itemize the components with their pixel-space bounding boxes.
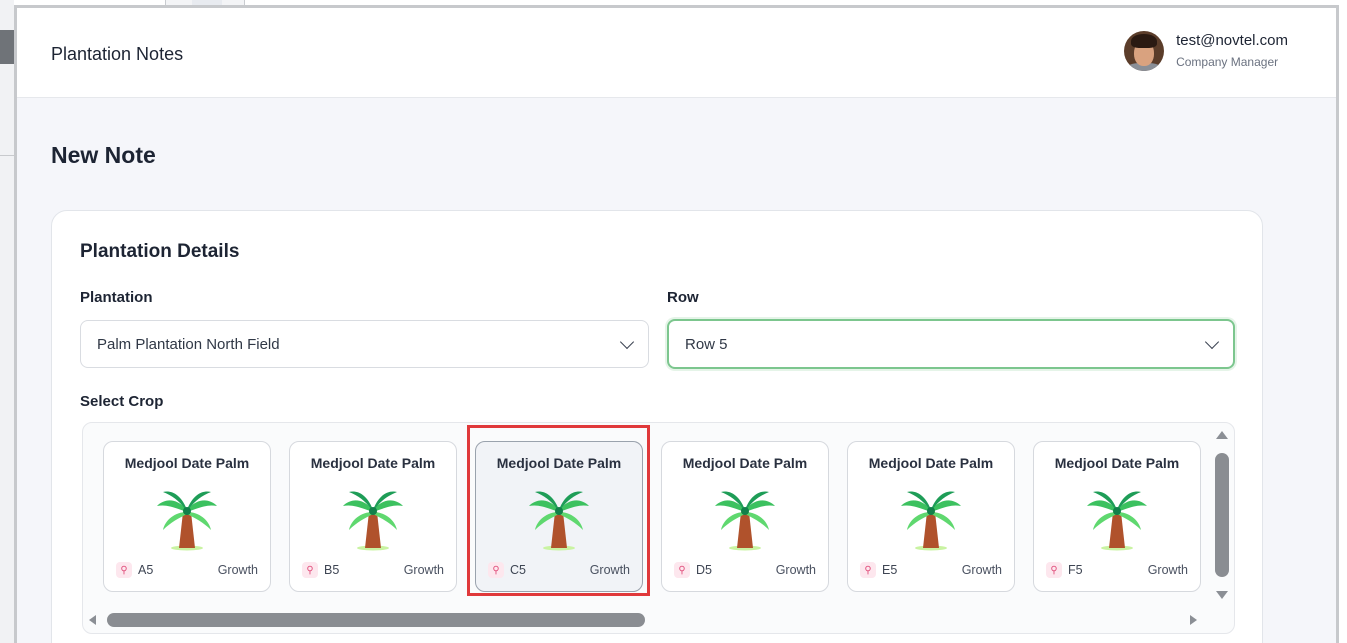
crop-stage: Growth <box>217 563 258 577</box>
page-title: New Note <box>51 142 156 168</box>
crop-card[interactable]: Medjool Date Palm ⚲ B5 Growth <box>289 441 457 592</box>
avatar[interactable] <box>1124 31 1165 71</box>
horizontal-scroll-thumb[interactable] <box>107 613 645 627</box>
crop-name: Medjool Date Palm <box>1054 455 1180 471</box>
palm-tree-icon <box>157 491 217 551</box>
crop-stage: Growth <box>403 563 444 577</box>
crop-id: F5 <box>1068 563 1083 577</box>
vertical-scroll-thumb[interactable] <box>1215 453 1229 577</box>
tag-icon: ⚲ <box>488 562 504 578</box>
user-role: Company Manager <box>1176 55 1279 69</box>
crop-footer: ⚲ E5 Growth <box>860 561 1002 579</box>
crop-card[interactable]: Medjool Date Palm ⚲ E5 Growth <box>847 441 1015 592</box>
row-select[interactable]: Row 5 <box>667 319 1235 369</box>
palm-tree-icon <box>715 491 775 551</box>
crop-name: Medjool Date Palm <box>496 455 622 471</box>
plantation-select[interactable]: Palm Plantation North Field <box>80 320 649 368</box>
background-tab <box>0 30 14 64</box>
card-title: Plantation Details <box>80 241 240 262</box>
avatar-hair <box>1131 34 1158 48</box>
crop-card[interactable]: Medjool Date Palm ⚲ D5 Growth <box>661 441 829 592</box>
crop-card-selected[interactable]: Medjool Date Palm ⚲ C5 Growth <box>475 441 643 592</box>
palm-tree-icon <box>343 491 403 551</box>
crop-stage: Growth <box>589 563 630 577</box>
scroll-down-icon[interactable] <box>1216 591 1228 599</box>
row-label: Row <box>667 289 699 306</box>
crop-selector: Medjool Date Palm ⚲ A5 Growth Medjool Da… <box>82 422 1235 634</box>
crop-stage: Growth <box>775 563 816 577</box>
crop-name: Medjool Date Palm <box>868 455 994 471</box>
row-select-value: Row 5 <box>685 335 728 353</box>
crop-name: Medjool Date Palm <box>310 455 436 471</box>
crop-id: A5 <box>138 563 154 577</box>
horizontal-scrollbar[interactable] <box>89 613 1197 627</box>
plantation-select-value: Palm Plantation North Field <box>97 335 280 353</box>
scroll-left-icon[interactable] <box>89 615 96 625</box>
app-title: Plantation Notes <box>51 44 184 64</box>
palm-tree-icon <box>1087 491 1147 551</box>
crop-footer: ⚲ C5 Growth <box>488 561 630 579</box>
chevron-down-icon <box>619 334 635 349</box>
select-crop-label: Select Crop <box>80 393 164 410</box>
vertical-scrollbar[interactable] <box>1214 431 1230 599</box>
tag-icon: ⚲ <box>860 562 876 578</box>
crop-card[interactable]: Medjool Date Palm ⚲ A5 Growth <box>103 441 271 592</box>
crop-footer: ⚲ A5 Growth <box>116 561 258 579</box>
crop-footer: ⚲ D5 Growth <box>674 561 816 579</box>
tag-icon: ⚲ <box>1046 562 1062 578</box>
scroll-up-icon[interactable] <box>1216 431 1228 439</box>
crop-id: B5 <box>324 563 340 577</box>
crop-card[interactable]: Medjool Date Palm ⚲ F5 Growth <box>1033 441 1201 592</box>
user-info: test@novtel.com Company Manager <box>1176 31 1288 71</box>
palm-tree-icon <box>529 491 589 551</box>
crop-name: Medjool Date Palm <box>682 455 808 471</box>
scroll-right-icon[interactable] <box>1190 615 1197 625</box>
crop-stage: Growth <box>961 563 1002 577</box>
user-email: test@novtel.com <box>1176 32 1288 49</box>
palm-tree-icon <box>901 491 961 551</box>
app-window: Plantation Notes test@novtel.com Company… <box>14 5 1339 643</box>
user-menu[interactable]: test@novtel.com Company Manager <box>1124 28 1288 74</box>
tag-icon: ⚲ <box>116 562 132 578</box>
crop-footer: ⚲ F5 Growth <box>1046 561 1188 579</box>
crop-id: E5 <box>882 563 898 577</box>
crop-id: D5 <box>696 563 712 577</box>
crop-name: Medjool Date Palm <box>124 455 250 471</box>
crop-id: C5 <box>510 563 526 577</box>
tag-icon: ⚲ <box>674 562 690 578</box>
top-bar: Plantation Notes test@novtel.com Company… <box>17 8 1336 98</box>
chevron-down-icon <box>1204 334 1220 349</box>
background-divider <box>0 155 14 156</box>
crop-footer: ⚲ B5 Growth <box>302 561 444 579</box>
plantation-label: Plantation <box>80 289 153 306</box>
crop-stage: Growth <box>1147 563 1188 577</box>
tag-icon: ⚲ <box>302 562 318 578</box>
background-left-strip <box>0 0 14 643</box>
plantation-details-card: Plantation Details Plantation Palm Plant… <box>51 210 1263 643</box>
